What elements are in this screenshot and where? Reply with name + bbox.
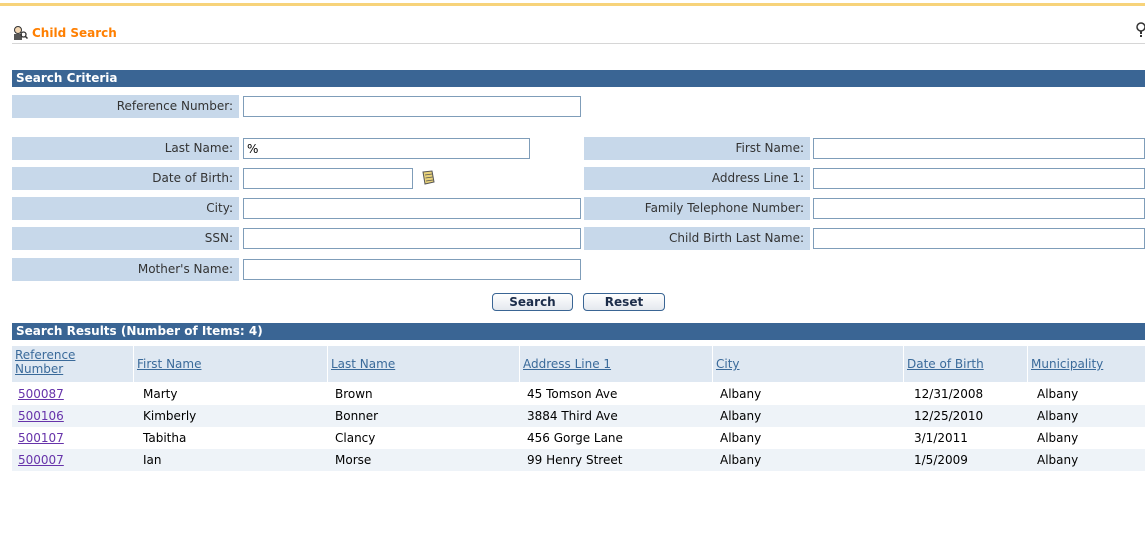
mothers-name-field[interactable]	[243, 259, 581, 280]
date-of-birth-cell: 12/31/2008	[914, 387, 984, 401]
sort-date-of-birth-link[interactable]: Date of Birth	[907, 357, 1027, 371]
municipality-cell: Albany	[1037, 453, 1079, 467]
first-name-cell: Kimberly	[143, 409, 197, 423]
column-header-reference-number[interactable]: Reference Number	[12, 346, 134, 382]
child-birth-last-name-field[interactable]	[813, 228, 1145, 249]
table-row: 500106 Kimberly Bonner 3884 Third Ave Al…	[12, 405, 1145, 427]
address-line-1-label: Address Line 1:	[584, 167, 810, 190]
address-cell: 3884 Third Ave	[527, 409, 618, 423]
last-name-cell: Morse	[335, 453, 372, 467]
search-results-header: Search Results (Number of Items: 4)	[12, 323, 1145, 340]
reference-number-link[interactable]: 500106	[18, 409, 64, 423]
address-cell: 45 Tomson Ave	[527, 387, 618, 401]
page-header: Child Search	[12, 24, 117, 42]
address-line-1-field[interactable]	[813, 168, 1145, 189]
first-name-cell: Ian	[143, 453, 162, 467]
last-name-field[interactable]	[243, 138, 530, 159]
last-name-cell: Brown	[335, 387, 373, 401]
child-birth-last-name-label: Child Birth Last Name:	[584, 227, 810, 250]
first-name-cell: Marty	[143, 387, 178, 401]
address-cell: 99 Henry Street	[527, 453, 623, 467]
first-name-cell: Tabitha	[143, 431, 187, 445]
date-of-birth-label: Date of Birth:	[12, 167, 239, 190]
city-cell: Albany	[720, 409, 762, 423]
search-button[interactable]: Search	[492, 293, 573, 311]
ssn-field[interactable]	[243, 228, 581, 249]
sort-municipality-link[interactable]: Municipality	[1031, 357, 1145, 371]
city-field[interactable]	[243, 198, 581, 219]
reference-number-link[interactable]: 500107	[18, 431, 64, 445]
city-cell: Albany	[720, 453, 762, 467]
sort-first-name-link[interactable]: First Name	[137, 357, 327, 371]
family-telephone-label: Family Telephone Number:	[584, 197, 810, 220]
top-accent-rule	[0, 3, 1145, 6]
family-telephone-field[interactable]	[813, 198, 1145, 219]
column-header-date-of-birth[interactable]: Date of Birth	[904, 346, 1028, 382]
address-cell: 456 Gorge Lane	[527, 431, 623, 445]
city-label: City:	[12, 197, 239, 220]
child-search-icon	[14, 26, 28, 40]
column-header-first-name[interactable]: First Name	[134, 346, 328, 382]
municipality-cell: Albany	[1037, 387, 1079, 401]
last-name-cell: Clancy	[335, 431, 376, 445]
reset-button[interactable]: Reset	[583, 293, 665, 311]
city-cell: Albany	[720, 431, 762, 445]
help-icon[interactable]	[1134, 22, 1145, 38]
date-of-birth-cell: 12/25/2010	[914, 409, 984, 423]
ssn-label: SSN:	[12, 227, 239, 250]
mothers-name-label: Mother's Name:	[12, 258, 239, 281]
reference-number-label: Reference Number:	[12, 95, 239, 118]
last-name-label: Last Name:	[12, 137, 239, 160]
column-header-address-line-1[interactable]: Address Line 1	[520, 346, 713, 382]
first-name-field[interactable]	[813, 138, 1145, 159]
table-row: 500107 Tabitha Clancy 456 Gorge Lane Alb…	[12, 427, 1145, 449]
date-of-birth-cell: 3/1/2011	[914, 431, 968, 445]
header-divider	[12, 43, 1145, 44]
last-name-cell: Bonner	[335, 409, 379, 423]
reference-number-link[interactable]: 500087	[18, 387, 64, 401]
table-row: 500087 Marty Brown 45 Tomson Ave Albany …	[12, 383, 1145, 405]
sort-last-name-link[interactable]: Last Name	[331, 357, 519, 371]
table-row: 500007 Ian Morse 99 Henry Street Albany …	[12, 449, 1145, 471]
reference-number-link[interactable]: 500007	[18, 453, 64, 467]
sort-reference-number-link[interactable]: Reference Number	[15, 348, 95, 376]
page-title: Child Search	[32, 26, 117, 40]
city-cell: Albany	[720, 387, 762, 401]
municipality-cell: Albany	[1037, 431, 1079, 445]
calendar-icon[interactable]	[420, 170, 436, 186]
column-header-last-name[interactable]: Last Name	[328, 346, 520, 382]
sort-city-link[interactable]: City	[716, 357, 903, 371]
first-name-label: First Name:	[584, 137, 810, 160]
date-of-birth-cell: 1/5/2009	[914, 453, 968, 467]
column-header-city[interactable]: City	[713, 346, 904, 382]
date-of-birth-field[interactable]	[243, 168, 413, 189]
search-criteria-header: Search Criteria	[12, 70, 1145, 87]
sort-address-line-1-link[interactable]: Address Line 1	[523, 357, 712, 371]
column-header-municipality[interactable]: Municipality	[1028, 346, 1145, 382]
reference-number-field[interactable]	[243, 96, 581, 117]
municipality-cell: Albany	[1037, 409, 1079, 423]
